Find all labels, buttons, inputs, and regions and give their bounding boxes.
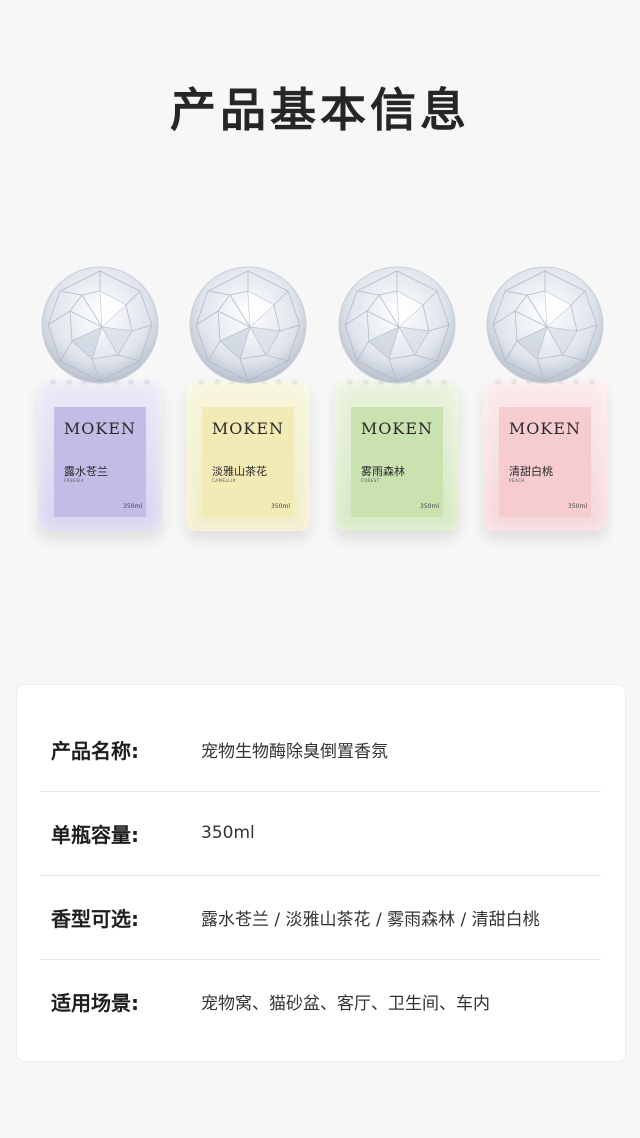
info-value: 宠物生物酶除臭倒置香氛 — [201, 741, 388, 762]
scent-name: 雾雨森林 — [361, 465, 405, 478]
product-gallery: MOKEN 露水苍兰 FREESIA 350ml MOKEN 淡雅山茶花 CAM… — [0, 255, 640, 545]
info-label: 产品名称: — [51, 738, 139, 763]
scent-name: 清甜白桃 — [509, 465, 553, 478]
bottle-volume: 350ml — [420, 503, 439, 510]
scent-name-en: FREESIA — [64, 478, 85, 483]
info-row-volume: 单瓶容量: 350ml — [41, 791, 601, 876]
brand-name: MOKEN — [211, 419, 285, 438]
scent-name-en: FOREST — [361, 478, 380, 483]
crystal-gem-icon — [485, 261, 605, 391]
crystal-gem-icon — [337, 261, 457, 391]
crystal-gem-icon — [40, 261, 160, 391]
info-value: 宠物窝、猫砂盆、客厅、卫生间、车内 — [201, 993, 490, 1014]
info-row-scents: 香型可选: 露水苍兰 / 淡雅山茶花 / 雾雨森林 / 清甜白桃 — [41, 875, 601, 960]
scent-name-en: PEACH — [509, 478, 525, 483]
bottle-volume: 350ml — [123, 503, 142, 510]
info-label: 香型可选: — [51, 906, 139, 931]
page-title: 产品基本信息 — [170, 83, 470, 137]
product-bottle-forest: MOKEN 雾雨森林 FOREST 350ml — [333, 255, 461, 540]
bottle-label: MOKEN 雾雨森林 FOREST 350ml — [351, 407, 443, 517]
info-row-usage: 适用场景: 宠物窝、猫砂盆、客厅、卫生间、车内 — [41, 959, 601, 1043]
bottle-label: MOKEN 清甜白桃 PEACH 350ml — [499, 407, 591, 517]
info-value: 露水苍兰 / 淡雅山茶花 / 雾雨森林 / 清甜白桃 — [201, 909, 540, 930]
scent-name-en: CAMELLIA — [212, 478, 236, 483]
bottle-volume: 350ml — [271, 503, 290, 510]
info-row-product-name: 产品名称: 宠物生物酶除臭倒置香氛 — [41, 707, 601, 792]
brand-name: MOKEN — [63, 419, 137, 438]
bottle-label: MOKEN 淡雅山茶花 CAMELLIA 350ml — [202, 407, 294, 517]
bottle-volume: 350ml — [568, 503, 587, 510]
product-bottle-freesia: MOKEN 露水苍兰 FREESIA 350ml — [36, 255, 164, 540]
product-bottle-camellia: MOKEN 淡雅山茶花 CAMELLIA 350ml — [184, 255, 312, 540]
crystal-gem-icon — [188, 261, 308, 391]
scent-name: 淡雅山茶花 — [212, 465, 267, 478]
info-label: 适用场景: — [51, 990, 139, 1015]
bottle-label: MOKEN 露水苍兰 FREESIA 350ml — [54, 407, 146, 517]
scent-name: 露水苍兰 — [64, 465, 108, 478]
brand-name: MOKEN — [508, 419, 582, 438]
info-label: 单瓶容量: — [51, 822, 139, 847]
product-info-card: 产品名称: 宠物生物酶除臭倒置香氛 单瓶容量: 350ml 香型可选: 露水苍兰… — [16, 684, 626, 1062]
info-value: 350ml — [201, 823, 255, 843]
product-bottle-peach: MOKEN 清甜白桃 PEACH 350ml — [481, 255, 609, 540]
brand-name: MOKEN — [360, 419, 434, 438]
